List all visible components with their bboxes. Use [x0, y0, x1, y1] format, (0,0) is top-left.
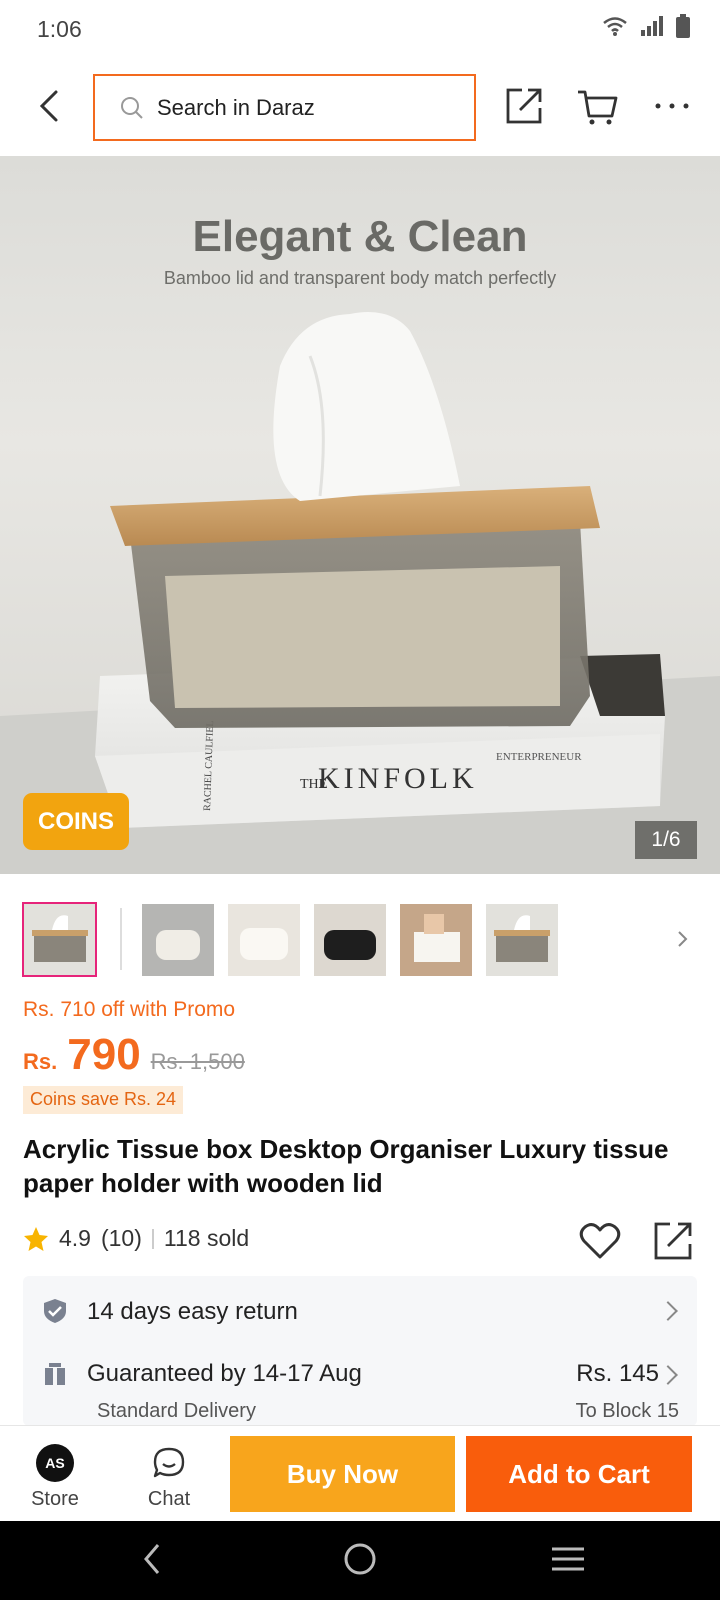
wifi-icon: [603, 17, 627, 36]
easy-return-label: 14 days easy return: [87, 1298, 298, 1325]
store-button[interactable]: AS Store: [10, 1426, 100, 1522]
thumbnail-next-chevron-icon[interactable]: [676, 930, 690, 948]
thumbnail-tissue-box-hand[interactable]: [400, 904, 472, 976]
easy-return-row[interactable]: 14 days easy return: [23, 1276, 697, 1346]
original-price: Rs. 1,500: [150, 1049, 245, 1074]
system-menu-icon[interactable]: [550, 1543, 586, 1575]
delivery-price: Rs. 145: [576, 1360, 659, 1387]
promo-text: Rs. 710 off with Promo: [23, 998, 236, 1021]
thumbnail-black-wave-box[interactable]: [314, 904, 386, 976]
bottom-action-bar: AS Store Chat Buy Now Add to Cart: [0, 1425, 720, 1521]
star-icon: [24, 1226, 48, 1251]
shield-check-icon: [44, 1299, 66, 1323]
system-home-icon[interactable]: [342, 1541, 378, 1577]
cart-icon[interactable]: [576, 84, 620, 128]
system-navigation-bar: [0, 1521, 720, 1600]
thumbnail-tissue-box-front-2[interactable]: [486, 904, 558, 976]
sold-count: 118 sold: [163, 1225, 250, 1251]
search-placeholder: Search in Daraz: [157, 94, 315, 120]
thumbnail-white-wave-box[interactable]: [142, 904, 214, 976]
book-right: ENTERPRENEUR: [496, 751, 582, 763]
buy-now-button[interactable]: Buy Now: [230, 1436, 455, 1512]
search-icon: [121, 96, 143, 119]
price-amount: 790: [67, 1030, 141, 1079]
share-icon[interactable]: [502, 84, 546, 128]
chat-icon: [153, 1447, 185, 1478]
delivery-label: Guaranteed by 14-17 Aug: [87, 1360, 362, 1387]
more-icon[interactable]: [650, 84, 694, 128]
product-image-carousel[interactable]: Elegant & Clean Bamboo lid and transpare…: [0, 156, 720, 874]
tissue-box-illustration: THE KINFOLK ENTERPRENEUR RACHEL CAULFIEL: [0, 312, 720, 874]
delivery-row[interactable]: Guaranteed by 14-17 Aug Standard Deliver…: [23, 1346, 697, 1426]
status-time: 1:06: [37, 16, 82, 42]
add-to-cart-button[interactable]: Add to Cart: [466, 1436, 692, 1512]
delivery-box-icon: [45, 1363, 65, 1385]
thumbnail-strip: [0, 896, 720, 980]
system-back-icon[interactable]: [140, 1541, 164, 1577]
book-title: KINFOLK: [318, 762, 478, 795]
rating-row[interactable]: 4.9 (10) 118 sold: [23, 1225, 249, 1252]
back-arrow-icon[interactable]: [30, 84, 70, 128]
signal-icon: [641, 16, 663, 36]
delivery-type: Standard Delivery: [97, 1400, 256, 1422]
service-info-box: 14 days easy return Guaranteed by 14-17 …: [23, 1276, 697, 1426]
chevron-right-icon: [658, 1301, 678, 1321]
thumbnail-white-wave-box-2[interactable]: [228, 904, 300, 976]
price-currency: Rs.: [23, 1049, 58, 1074]
share-product-icon[interactable]: [652, 1220, 694, 1262]
battery-icon: [676, 14, 690, 38]
thumbnail-tissue-box-front[interactable]: [22, 902, 97, 977]
store-logo: AS: [36, 1444, 74, 1482]
wishlist-heart-icon[interactable]: [579, 1221, 621, 1261]
chevron-right-icon: [658, 1365, 678, 1385]
chat-button[interactable]: Chat: [124, 1426, 214, 1522]
rating-value: 4.9: [59, 1225, 91, 1251]
chat-label: Chat: [147, 1488, 191, 1510]
store-label: Store: [31, 1488, 79, 1510]
product-title: Acrylic Tissue box Desktop Organiser Lux…: [23, 1134, 669, 1198]
image-counter: 1/6: [635, 821, 697, 859]
top-bar: Search in Daraz: [0, 62, 720, 156]
status-bar: 1:06: [0, 0, 720, 62]
review-count: (10): [100, 1225, 142, 1251]
delivery-destination: To Block 15: [575, 1400, 679, 1422]
coins-badge: COINS: [23, 793, 129, 850]
price-line: Rs. 790 Rs. 1,500: [23, 1030, 245, 1080]
search-input[interactable]: Search in Daraz: [93, 74, 476, 141]
coins-save-badge: Coins save Rs. 24: [23, 1086, 184, 1114]
